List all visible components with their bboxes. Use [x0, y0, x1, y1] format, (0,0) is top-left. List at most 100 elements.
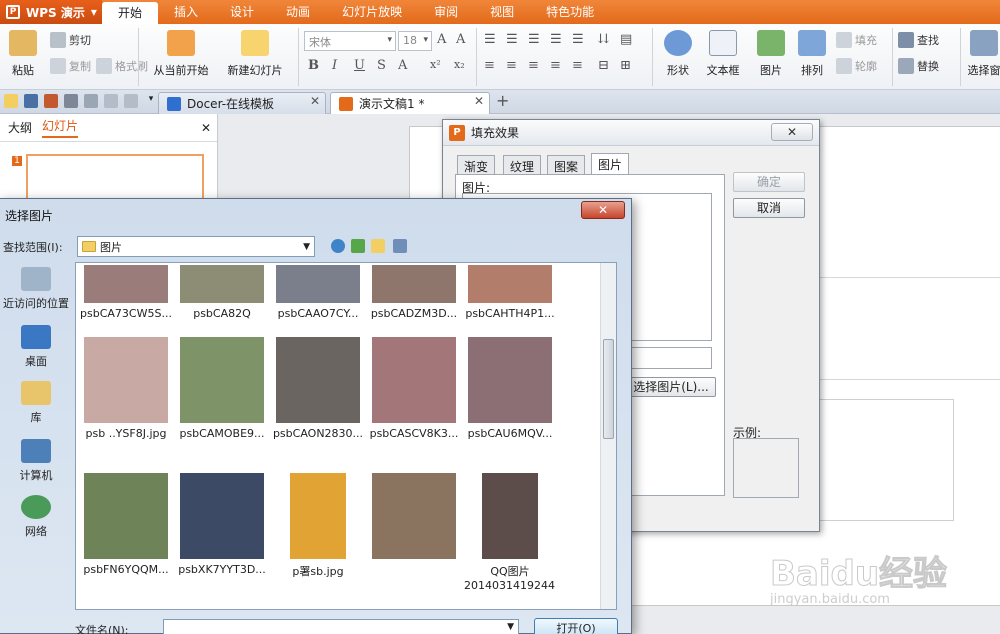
bullet-list-icon[interactable]: ☰ [484, 32, 496, 47]
shadow-icon[interactable]: S [377, 58, 386, 73]
select-pane-button[interactable]: 选择窗 [964, 30, 1000, 78]
file-item[interactable]: psbCAU6MQV... [464, 337, 556, 440]
back-icon[interactable] [331, 239, 345, 253]
view-menu-icon[interactable] [393, 239, 407, 253]
app-menu-button[interactable]: P WPS 演示 ▾ [0, 0, 102, 24]
shape-button[interactable]: 形状 [658, 30, 698, 78]
fill-button[interactable]: 填充 [836, 32, 877, 48]
copy-button[interactable]: 复制 [50, 58, 91, 74]
file-item[interactable]: psbFN6YQQM... [80, 473, 172, 576]
align-right-icon[interactable]: ≡ [528, 58, 539, 73]
ok-button[interactable]: 确定 [733, 172, 805, 192]
close-icon[interactable]: ✕ [771, 123, 813, 141]
new-folder-icon[interactable] [371, 239, 385, 253]
menu-insert[interactable]: 插入 [158, 0, 214, 24]
customize-dropdown-icon[interactable]: ▾ [144, 94, 158, 108]
file-item[interactable]: psbCAAO7CY... [272, 263, 364, 320]
menu-home[interactable]: 开始 [102, 2, 159, 24]
close-icon[interactable]: ✕ [581, 201, 625, 219]
bold-icon[interactable]: B [308, 58, 319, 73]
smartart-icon[interactable]: ⊞ [620, 58, 631, 73]
place-desktop[interactable]: 桌面 [1, 325, 71, 369]
menu-slideshow[interactable]: 幻灯片放映 [326, 0, 418, 24]
file-item[interactable]: p署sb.jpg [272, 473, 364, 579]
from-current-button[interactable]: 从当前开始 [146, 30, 216, 78]
find-button[interactable]: 查找 [898, 32, 939, 48]
paste-button[interactable]: 粘贴 [6, 30, 40, 78]
outline-button[interactable]: 轮廓 [836, 58, 877, 74]
scrollbar-thumb[interactable] [603, 339, 614, 439]
place-network[interactable]: 网络 [1, 495, 71, 539]
file-item[interactable]: psbCAHTH4P1... [464, 263, 556, 320]
align-left-icon[interactable]: ≡ [484, 58, 495, 73]
distribute-icon[interactable]: ≡ [572, 58, 583, 73]
file-item[interactable] [368, 473, 460, 563]
chevron-down-icon[interactable]: ▼ [507, 622, 514, 632]
textbox-button[interactable]: 文本框 [700, 30, 746, 78]
close-icon[interactable]: ✕ [310, 94, 320, 108]
picture-button[interactable]: 图片 [752, 30, 790, 78]
font-name-select[interactable]: 宋体 ▾ [304, 31, 396, 51]
align-center-icon[interactable]: ≡ [506, 58, 517, 73]
file-item[interactable]: psbCAON2830... [272, 337, 364, 440]
new-tab-icon[interactable]: + [496, 91, 509, 110]
tab-outline[interactable]: 大纲 [8, 119, 32, 136]
menu-features[interactable]: 特色功能 [530, 0, 610, 24]
menu-design[interactable]: 设计 [214, 0, 270, 24]
format-painter-button[interactable]: 格式刷 [96, 58, 148, 74]
number-list-icon[interactable]: ☰ [506, 32, 518, 47]
file-item[interactable]: psbCADZM3D... [368, 263, 460, 320]
undo-icon[interactable] [104, 94, 118, 108]
place-library[interactable]: 库 [1, 381, 71, 425]
print-icon[interactable] [64, 94, 78, 108]
shrink-font-icon[interactable]: A [456, 32, 465, 47]
up-folder-icon[interactable] [351, 239, 365, 253]
italic-icon[interactable]: I [332, 58, 337, 73]
increase-indent-icon[interactable]: ☰ [550, 32, 562, 47]
superscript-icon[interactable]: x² [430, 58, 441, 71]
grow-font-icon[interactable]: A [437, 32, 446, 47]
look-in-select[interactable]: 图片 ▼ [77, 236, 315, 257]
file-item[interactable]: psbCA73CW5S... [80, 263, 172, 320]
cancel-button[interactable]: 取消 [733, 198, 805, 218]
print-preview-icon[interactable] [84, 94, 98, 108]
close-icon[interactable]: ✕ [201, 121, 211, 135]
tab-docer[interactable]: Docer-在线模板 [158, 92, 326, 114]
save-icon[interactable] [24, 94, 38, 108]
place-computer[interactable]: 计算机 [1, 439, 71, 483]
font-color-icon[interactable]: A [398, 58, 407, 73]
open-button[interactable]: 打开(O) [534, 618, 618, 634]
open-folder-icon[interactable] [4, 94, 18, 108]
file-item[interactable]: psbCASCV8K3... [368, 337, 460, 440]
file-item[interactable]: psbCA82Q [176, 263, 268, 320]
text-direction-icon[interactable]: ⇊ [598, 32, 609, 47]
tab-slides[interactable]: 幻灯片 [42, 117, 79, 138]
place-recent[interactable]: 近访问的位置 [1, 267, 71, 311]
decrease-indent-icon[interactable]: ☰ [528, 32, 540, 47]
line-spacing-icon[interactable]: ☰ [572, 32, 584, 47]
justify-icon[interactable]: ≡ [550, 58, 561, 73]
font-size-select[interactable]: 18 ▾ [398, 31, 432, 51]
file-item[interactable]: QQ图片 2014031419244... [464, 473, 556, 592]
vertical-scrollbar[interactable] [600, 263, 616, 609]
new-slide-button[interactable]: 新建幻灯片 [220, 30, 290, 78]
subscript-icon[interactable]: x₂ [454, 58, 465, 71]
columns-icon[interactable]: ▤ [620, 32, 632, 47]
redo-icon[interactable] [124, 94, 138, 108]
file-item[interactable]: psb ..YSF8J.jpg [80, 337, 172, 440]
underline-icon[interactable]: U [354, 58, 365, 73]
tab-pattern[interactable]: 图案 [547, 155, 586, 174]
tab-texture[interactable]: 纹理 [503, 155, 542, 174]
tab-picture[interactable]: 图片 [591, 153, 630, 175]
arrange-button[interactable]: 排列 [794, 30, 830, 78]
menu-view[interactable]: 视图 [474, 0, 530, 24]
tab-gradient[interactable]: 渐变 [457, 155, 496, 174]
select-picture-button[interactable]: 选择图片(L)... [626, 377, 716, 397]
export-pdf-icon[interactable] [44, 94, 58, 108]
replace-button[interactable]: 替换 [898, 58, 939, 74]
close-icon[interactable]: ✕ [474, 94, 484, 108]
menu-review[interactable]: 审阅 [418, 0, 474, 24]
filename-input[interactable]: ▼ [163, 619, 519, 634]
menu-animation[interactable]: 动画 [270, 0, 326, 24]
file-item[interactable]: psbXK7YYT3D... [176, 473, 268, 576]
